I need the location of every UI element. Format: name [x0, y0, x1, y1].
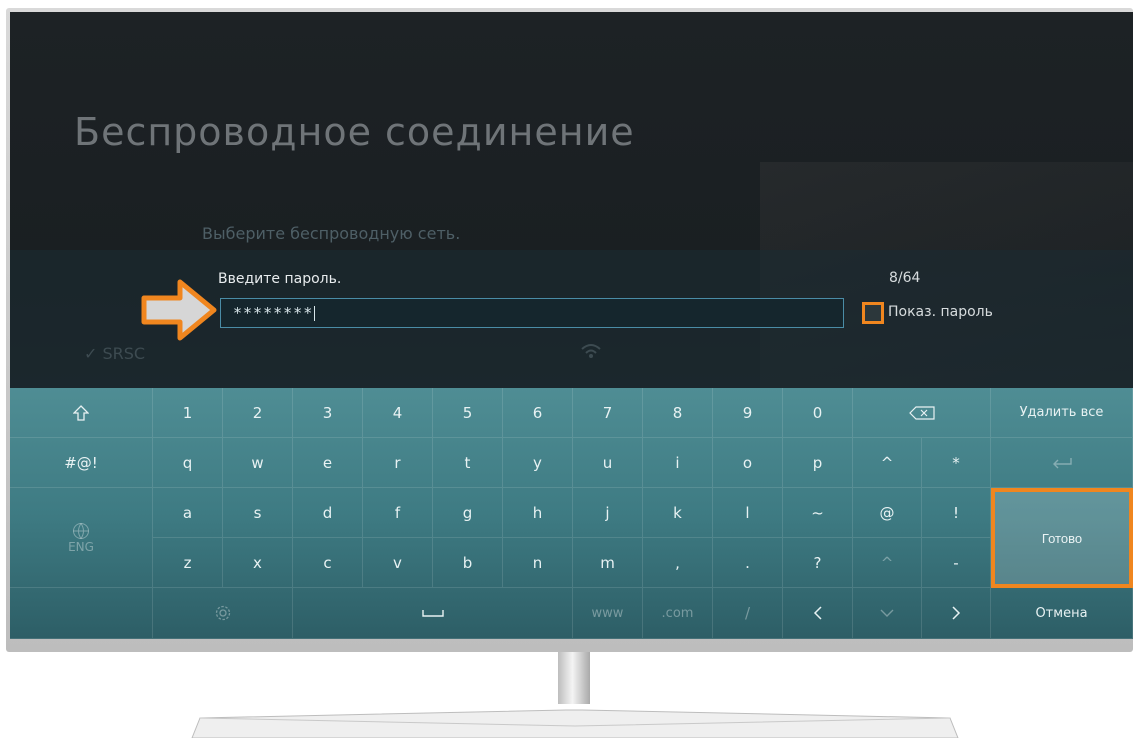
key-minus[interactable]: -	[922, 538, 991, 588]
key-v[interactable]: v	[363, 538, 433, 588]
cursor-down-key[interactable]	[853, 588, 922, 639]
gear-icon	[215, 605, 230, 621]
key-f[interactable]: f	[363, 488, 433, 538]
key-www[interactable]: www	[573, 588, 643, 639]
checkmark-icon: ✓	[84, 344, 98, 363]
key-i[interactable]: i	[643, 438, 713, 488]
key-e[interactable]: e	[293, 438, 363, 488]
backspace-key[interactable]	[853, 388, 991, 438]
enter-key[interactable]	[991, 438, 1133, 488]
key-period[interactable]: .	[713, 538, 783, 588]
page-title: Беспроводное соединение	[74, 110, 635, 154]
key-exclamation[interactable]: !	[922, 488, 991, 538]
chevron-right-icon	[952, 606, 961, 620]
key-1[interactable]: 1	[153, 388, 223, 438]
cursor-right-key[interactable]	[922, 588, 991, 639]
show-password-label: Показ. пароль	[888, 304, 993, 320]
key-caret-alt[interactable]: ^	[853, 538, 922, 588]
key-5[interactable]: 5	[433, 388, 503, 438]
key-u[interactable]: u	[573, 438, 643, 488]
key-dotcom[interactable]: .com	[643, 588, 713, 639]
key-w[interactable]: w	[223, 438, 293, 488]
shift-key[interactable]	[10, 388, 153, 438]
key-p[interactable]: p	[783, 438, 853, 488]
shift-icon	[73, 404, 89, 421]
key-6[interactable]: 6	[503, 388, 573, 438]
pointer-arrow-icon	[141, 279, 217, 341]
language-key[interactable]: ENG	[10, 488, 153, 588]
key-2[interactable]: 2	[223, 388, 293, 438]
cancel-button[interactable]: Отмена	[991, 588, 1133, 639]
network-name: SRSC	[102, 344, 146, 363]
key-s[interactable]: s	[223, 488, 293, 538]
key-z[interactable]: z	[153, 538, 223, 588]
key-asterisk[interactable]: *	[922, 438, 991, 488]
key-l[interactable]: l	[713, 488, 783, 538]
key-n[interactable]: n	[503, 538, 573, 588]
key-question[interactable]: ?	[783, 538, 853, 588]
key-9[interactable]: 9	[713, 388, 783, 438]
key-7[interactable]: 7	[573, 388, 643, 438]
key-t[interactable]: t	[433, 438, 503, 488]
enter-icon	[1052, 457, 1072, 468]
tv-stand-base	[191, 709, 959, 738]
tv-screen: Беспроводное соединение Выберите беспров…	[10, 12, 1133, 639]
space-key[interactable]	[293, 588, 573, 639]
key-tilde[interactable]: ~	[783, 488, 853, 538]
key-a[interactable]: a	[153, 488, 223, 538]
chevron-down-icon	[880, 609, 894, 617]
key-d[interactable]: d	[293, 488, 363, 538]
password-value: ********	[233, 304, 314, 322]
key-y[interactable]: y	[503, 438, 573, 488]
space-icon	[421, 610, 444, 617]
key-m[interactable]: m	[573, 538, 643, 588]
on-screen-keyboard: #@! ENG 1 2 3 4 5 6 7 8 9 0 Удалить все …	[10, 388, 1133, 639]
password-counter: 8/64	[889, 270, 921, 286]
password-label: Введите пароль.	[218, 271, 342, 287]
key-x[interactable]: x	[223, 538, 293, 588]
key-slash[interactable]: /	[713, 588, 783, 639]
key-o[interactable]: o	[713, 438, 783, 488]
key-r[interactable]: r	[363, 438, 433, 488]
key-h[interactable]: h	[503, 488, 573, 538]
key-g[interactable]: g	[433, 488, 503, 538]
symbols-key[interactable]: #@!	[10, 438, 153, 488]
language-label: ENG	[68, 539, 94, 554]
key-q[interactable]: q	[153, 438, 223, 488]
key-b[interactable]: b	[433, 538, 503, 588]
key-3[interactable]: 3	[293, 388, 363, 438]
show-password-checkbox[interactable]	[862, 302, 884, 324]
done-button[interactable]: Готово	[991, 488, 1133, 588]
key-j[interactable]: j	[573, 488, 643, 538]
chevron-left-icon	[813, 606, 822, 620]
backspace-icon	[908, 405, 935, 420]
delete-all-key[interactable]: Удалить все	[991, 388, 1133, 438]
key-caret[interactable]: ^	[853, 438, 922, 488]
network-item: ✓ SRSC	[84, 344, 145, 363]
settings-key[interactable]	[153, 588, 293, 639]
key-0[interactable]: 0	[783, 388, 853, 438]
wifi-lock-icon	[581, 344, 601, 358]
blank-key	[10, 588, 153, 639]
key-at[interactable]: @	[853, 488, 922, 538]
cursor-left-key[interactable]	[783, 588, 853, 639]
page-subtitle: Выберите беспроводную сеть.	[202, 224, 461, 243]
key-k[interactable]: k	[643, 488, 713, 538]
key-comma[interactable]: ,	[643, 538, 713, 588]
key-4[interactable]: 4	[363, 388, 433, 438]
globe-icon	[73, 522, 89, 539]
key-8[interactable]: 8	[643, 388, 713, 438]
key-c[interactable]: c	[293, 538, 363, 588]
text-caret	[314, 306, 316, 321]
password-input[interactable]: ********	[220, 298, 844, 328]
